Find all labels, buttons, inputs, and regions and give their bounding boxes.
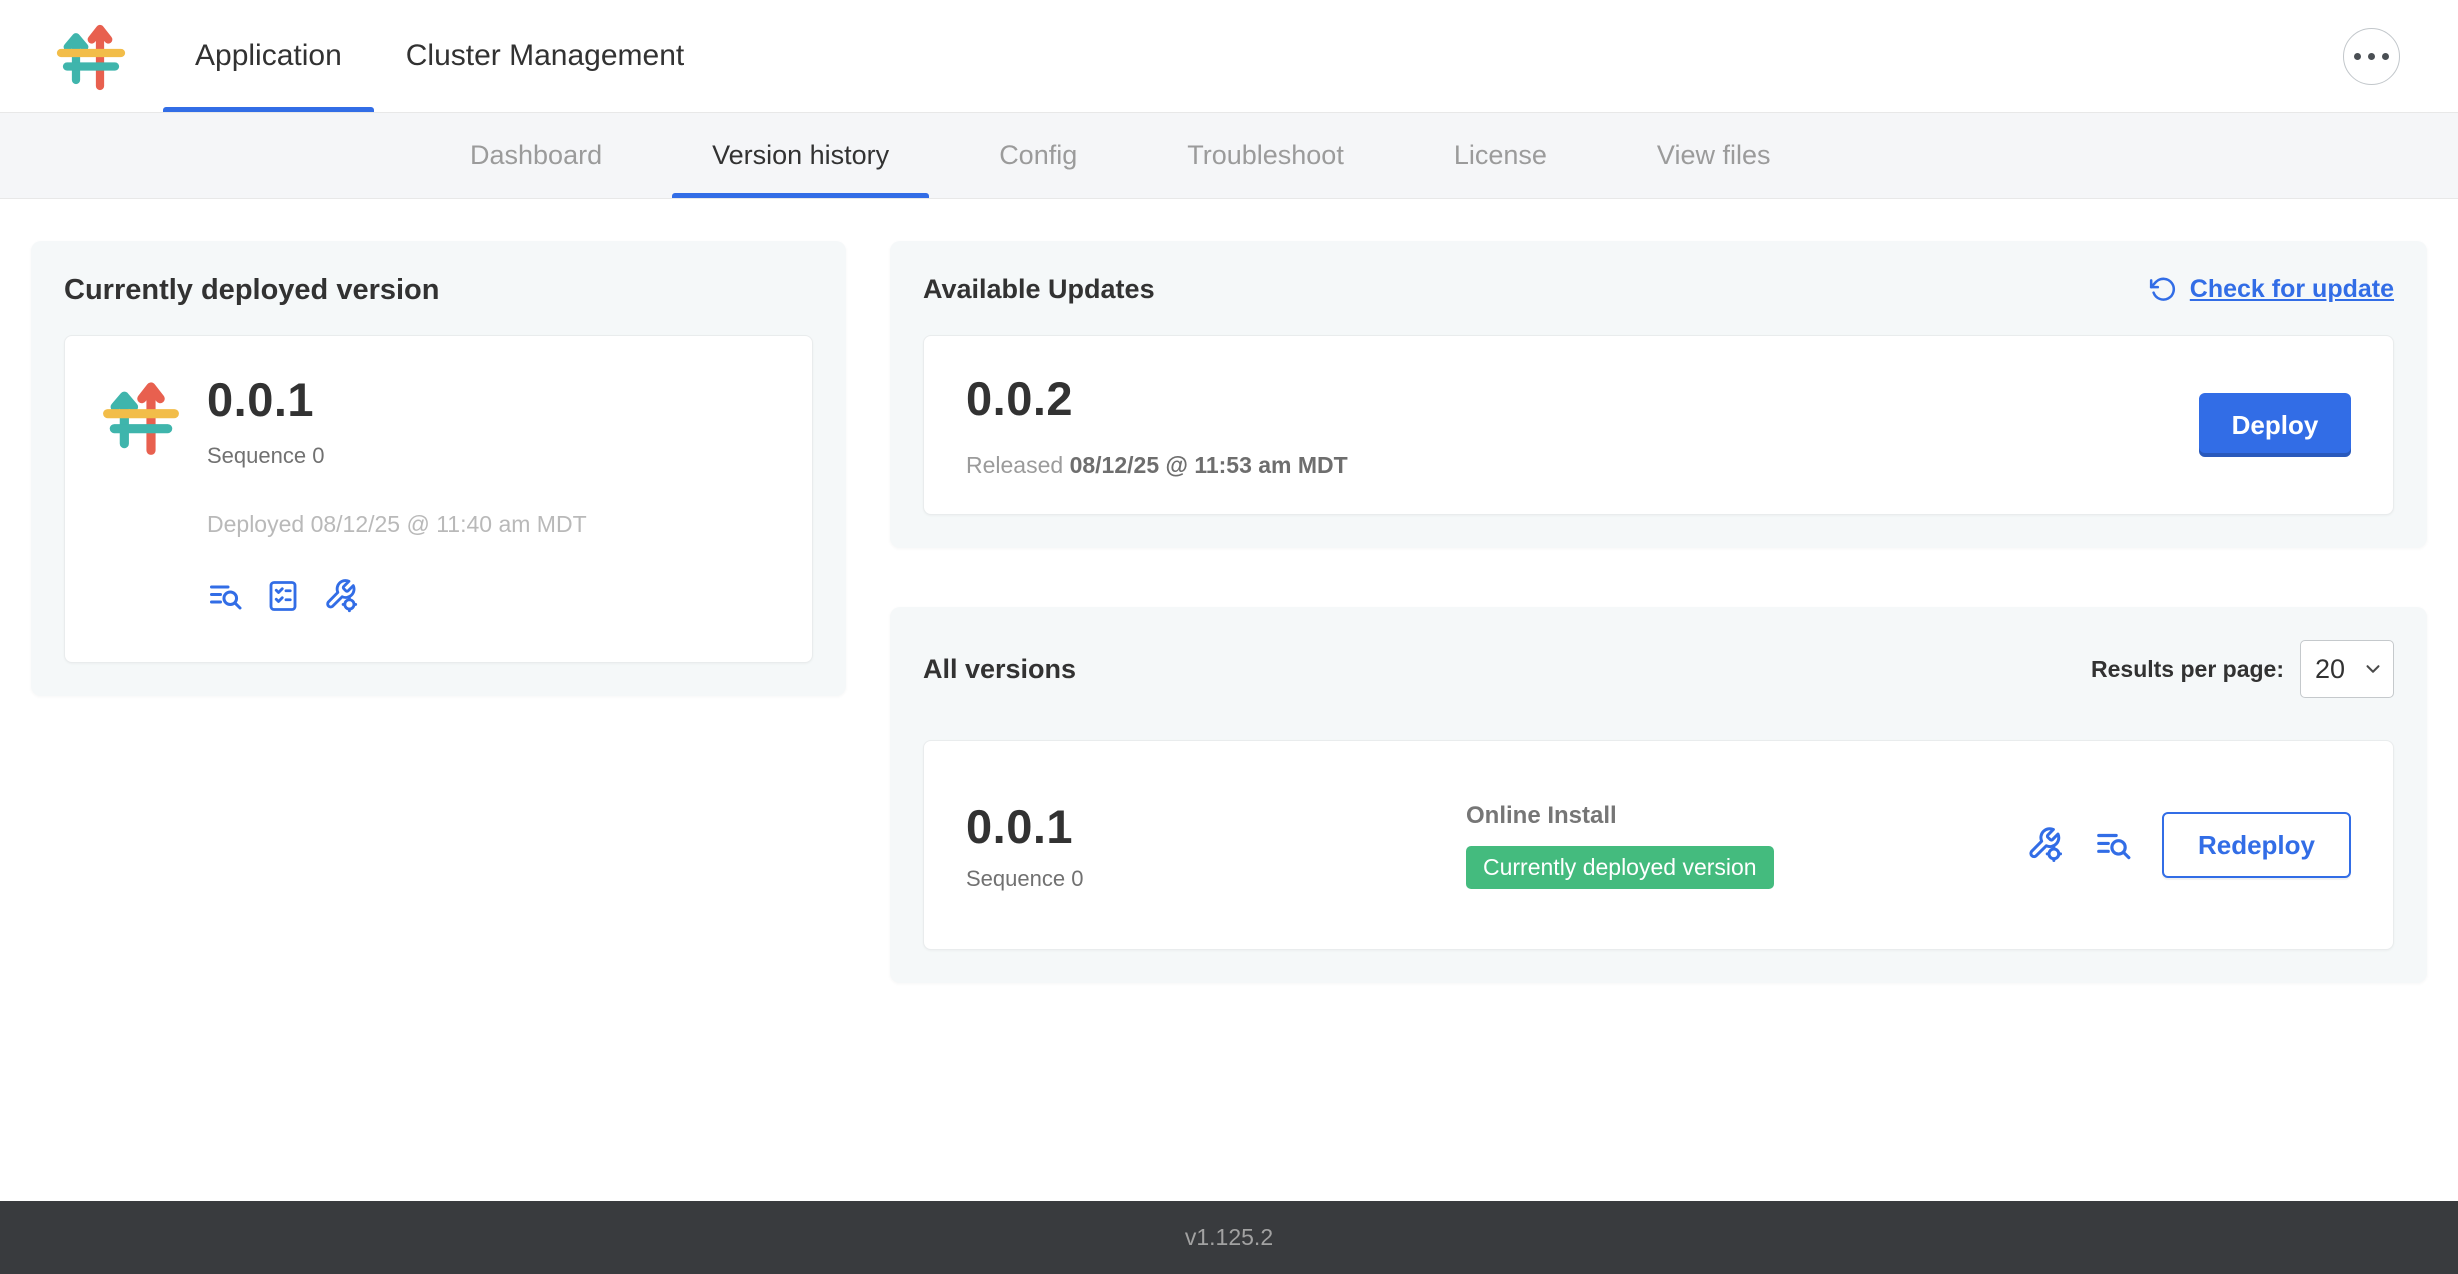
released-prefix: Released [966,452,1063,478]
footer-bar: v1.125.2 [0,1201,2458,1274]
deployed-version-number: 0.0.1 [207,372,587,427]
version-row-actions: Redeploy [2026,812,2351,878]
deployed-card-title: Currently deployed version [64,274,813,307]
available-updates-card: Available Updates Check for update 0.0.2… [890,241,2427,548]
deployed-timestamp: Deployed 08/12/25 @ 11:40 am MDT [207,511,587,538]
subnav-tab-view-files[interactable]: View files [1617,113,1811,198]
results-per-page-select[interactable]: 20 [2300,640,2394,698]
console-version-label: v1.125.2 [1185,1224,1273,1251]
version-row-info: 0.0.1 Sequence 0 [966,799,1466,892]
overflow-menu-button[interactable] [2343,28,2400,85]
check-for-update-label: Check for update [2190,275,2394,304]
deployed-sequence-label: Sequence 0 [207,443,587,469]
admin-console-page: Application Cluster Management Dashboard… [0,0,2458,1274]
rotate-ccw-icon [2149,275,2178,304]
check-for-update-link[interactable]: Check for update [2149,275,2394,304]
config-wrench-icon[interactable] [323,578,359,614]
subnav-tab-label: Troubleshoot [1187,140,1344,171]
results-per-page-select-wrap: 20 [2300,640,2394,698]
deploy-button[interactable]: Deploy [2199,393,2351,457]
version-row-status: Online Install Currently deployed versio… [1466,802,1774,889]
deployed-action-icons [207,578,587,614]
subnav-tab-config[interactable]: Config [959,113,1117,198]
subnav-tab-troubleshoot[interactable]: Troubleshoot [1147,113,1384,198]
config-wrench-icon[interactable] [2026,826,2064,864]
top-navbar: Application Cluster Management [0,0,2458,113]
update-version-number: 0.0.2 [966,371,1348,426]
available-updates-title: Available Updates [923,274,1155,305]
update-released-line: Released 08/12/25 @ 11:53 am MDT [966,452,1348,479]
top-nav-tabs: Application Cluster Management [163,0,716,112]
tab-cluster-management-label: Cluster Management [406,39,684,73]
diff-logs-icon[interactable] [207,578,243,614]
subnav-tab-label: Config [999,140,1077,171]
application-subnav: Dashboard Version history Config Trouble… [0,113,2458,199]
diff-logs-icon[interactable] [2094,826,2132,864]
subnav-tab-version-history[interactable]: Version history [672,113,929,198]
released-date: 08/12/25 @ 11:53 am MDT [1070,452,1348,478]
update-info: 0.0.2 Released 08/12/25 @ 11:53 am MDT [966,371,1348,479]
subnav-tab-label: Version history [712,140,889,171]
subnav-tab-dashboard[interactable]: Dashboard [430,113,642,198]
app-logo-icon [55,0,127,112]
results-per-page: Results per page: 20 [2091,640,2394,698]
version-row: 0.0.1 Sequence 0 Online Install Currentl… [923,740,2394,950]
version-history-content: Currently deployed version 0.0.1 Sequenc… [0,199,2458,983]
deployed-version-panel: 0.0.1 Sequence 0 Deployed 08/12/25 @ 11:… [64,335,813,663]
results-per-page-label: Results per page: [2091,656,2284,683]
currently-deployed-badge: Currently deployed version [1466,846,1774,889]
subnav-tab-label: Dashboard [470,140,602,171]
subnav-tab-label: View files [1657,140,1771,171]
row-version-number: 0.0.1 [966,799,1466,854]
currently-deployed-card: Currently deployed version 0.0.1 Sequenc… [31,241,846,696]
install-type-label: Online Install [1466,802,1774,830]
subnav-tab-license[interactable]: License [1414,113,1587,198]
app-icon [101,372,181,626]
tab-application-label: Application [195,39,342,73]
subnav-tab-label: License [1454,140,1547,171]
ellipsis-icon [2354,53,2389,60]
row-sequence-label: Sequence 0 [966,866,1466,892]
right-column: Available Updates Check for update 0.0.2… [890,241,2427,983]
available-updates-header: Available Updates Check for update [923,274,2394,305]
all-versions-title: All versions [923,654,1076,685]
all-versions-header: All versions Results per page: 20 [923,640,2394,698]
preflight-checks-icon[interactable] [265,578,301,614]
deployed-version-info: 0.0.1 Sequence 0 Deployed 08/12/25 @ 11:… [207,372,587,626]
all-versions-card: All versions Results per page: 20 [890,607,2427,983]
tab-application[interactable]: Application [163,0,374,112]
tab-cluster-management[interactable]: Cluster Management [374,0,716,112]
redeploy-button[interactable]: Redeploy [2162,812,2351,878]
update-row: 0.0.2 Released 08/12/25 @ 11:53 am MDT D… [923,335,2394,515]
